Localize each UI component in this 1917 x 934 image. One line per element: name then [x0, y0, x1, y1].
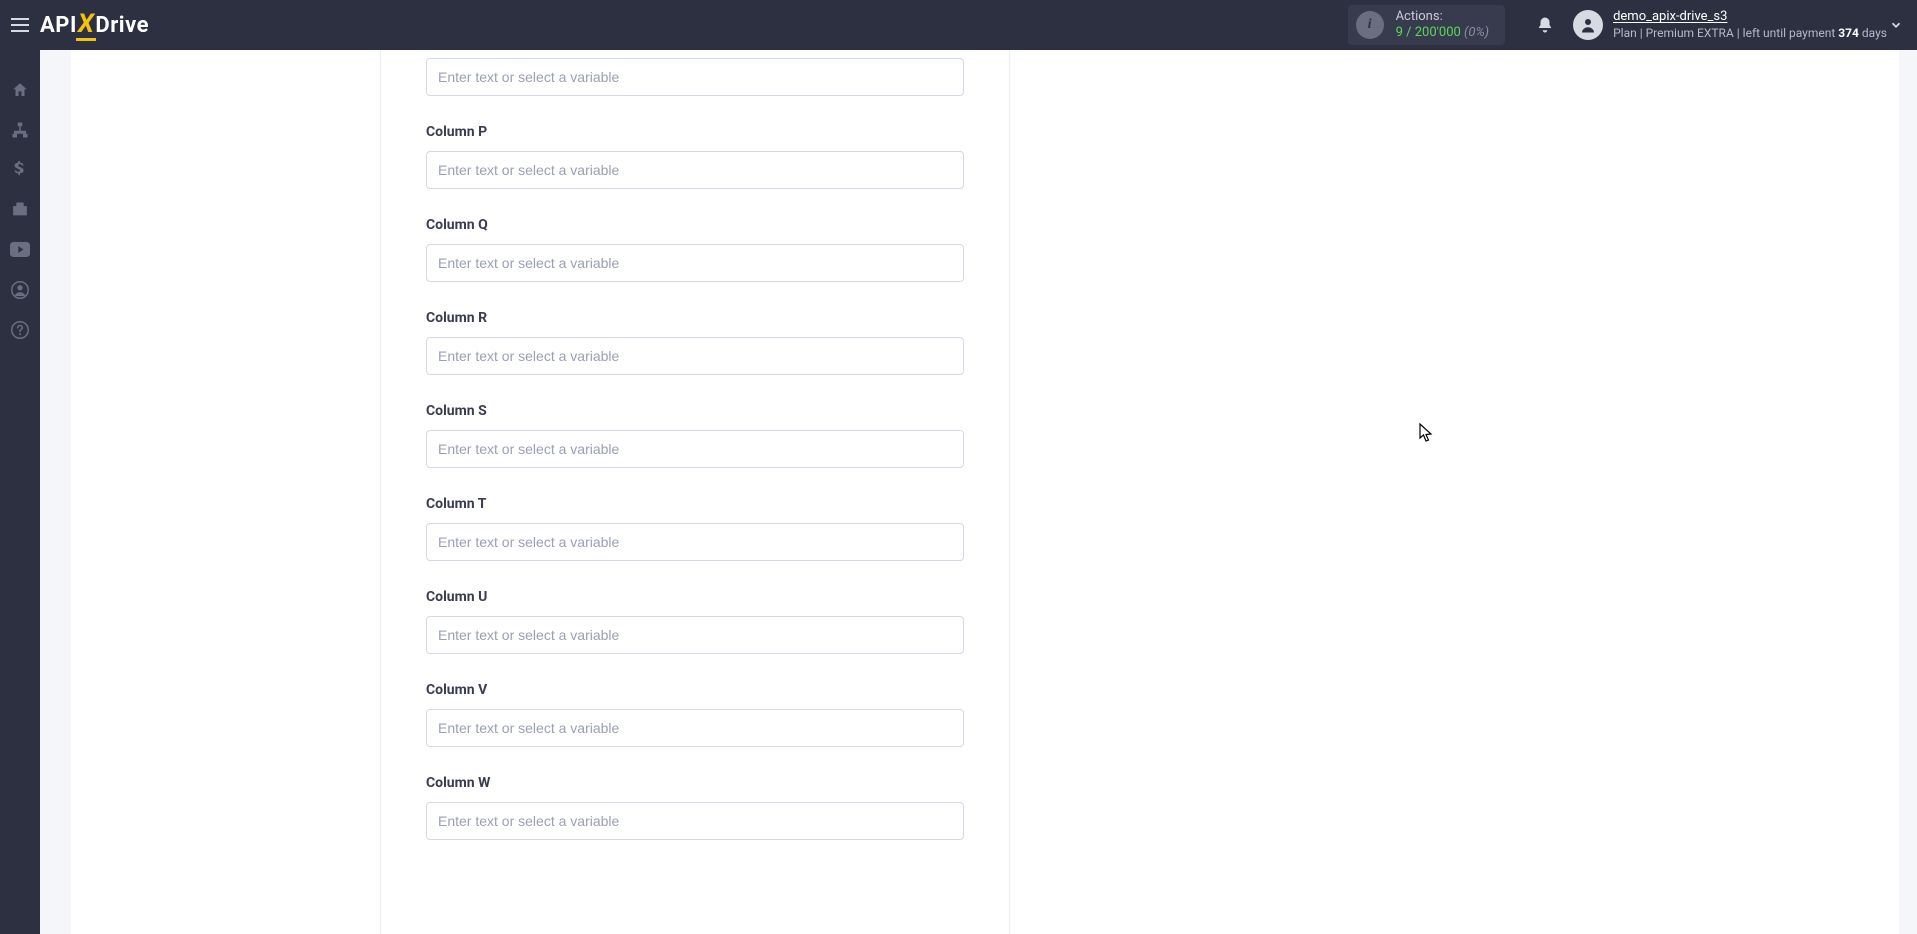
column-s-input[interactable]: [426, 430, 964, 468]
field-label: Column U: [426, 589, 964, 605]
column-r-input[interactable]: [426, 337, 964, 375]
field-label: Column P: [426, 124, 964, 140]
dollar-icon: [14, 161, 26, 179]
side-rail: [0, 50, 40, 934]
user-icon: [1579, 16, 1597, 34]
top-navbar: API X Drive i Actions: 9 / 200'000 (0%) …: [0, 0, 1917, 50]
chevron-down-icon: [1889, 18, 1903, 32]
youtube-icon: [10, 242, 30, 257]
actions-usage-text: Actions: 9 / 200'000 (0%): [1396, 9, 1490, 42]
user-menu[interactable]: demo_apix-drive_s3 Plan | Premium EXTRA …: [1573, 9, 1917, 40]
actions-usage-box[interactable]: i Actions: 9 / 200'000 (0%): [1348, 5, 1506, 46]
field-label: Column R: [426, 310, 964, 326]
column-u-input[interactable]: [426, 616, 964, 654]
actions-label: Actions:: [1396, 9, 1490, 25]
user-text: demo_apix-drive_s3 Plan | Premium EXTRA …: [1613, 9, 1887, 40]
page-body: Column O Column P Column Q Column R Colu…: [40, 50, 1917, 934]
field-label: Column Q: [426, 217, 964, 233]
brand-logo[interactable]: API X Drive: [40, 10, 149, 40]
avatar: [1573, 10, 1603, 40]
column-v-input[interactable]: [426, 709, 964, 747]
question-icon: [11, 321, 29, 339]
column-p-input[interactable]: [426, 151, 964, 189]
rail-help[interactable]: [0, 310, 40, 350]
notifications-button[interactable]: [1525, 16, 1565, 34]
hamburger-menu-button[interactable]: [0, 0, 40, 50]
user-menu-caret[interactable]: [1889, 0, 1903, 50]
info-icon: i: [1356, 11, 1384, 39]
field-label: Column S: [426, 403, 964, 419]
rail-connections[interactable]: [0, 110, 40, 150]
actions-limit: 200'000: [1415, 25, 1461, 40]
column-t-input[interactable]: [426, 523, 964, 561]
column-q-input[interactable]: [426, 244, 964, 282]
briefcase-icon: [11, 201, 29, 219]
rail-tools[interactable]: [0, 190, 40, 230]
brand-text-2: Drive: [95, 13, 149, 38]
rail-account[interactable]: [0, 270, 40, 310]
brand-text-x: X: [78, 9, 95, 39]
user-circle-icon: [11, 281, 29, 299]
actions-pct: (0%): [1464, 25, 1489, 40]
column-o-input[interactable]: [426, 58, 964, 96]
field-label: Column T: [426, 496, 964, 512]
rail-video[interactable]: [0, 230, 40, 270]
brand-text-1: API: [40, 13, 77, 38]
field-label: Column V: [426, 682, 964, 698]
form-card: Column O Column P Column Q Column R Colu…: [380, 50, 1010, 934]
actions-sep: /: [1403, 25, 1415, 40]
bell-icon: [1536, 16, 1554, 34]
user-name: demo_apix-drive_s3: [1613, 9, 1887, 25]
sitemap-icon: [11, 121, 29, 139]
actions-used: 9: [1396, 25, 1403, 40]
field-label: Column W: [426, 775, 964, 791]
home-icon: [11, 81, 29, 99]
rail-billing[interactable]: [0, 150, 40, 190]
user-plan-line: Plan | Premium EXTRA | left until paymen…: [1613, 26, 1887, 41]
column-w-input[interactable]: [426, 802, 964, 840]
rail-home[interactable]: [0, 70, 40, 110]
hamburger-icon: [11, 18, 29, 32]
